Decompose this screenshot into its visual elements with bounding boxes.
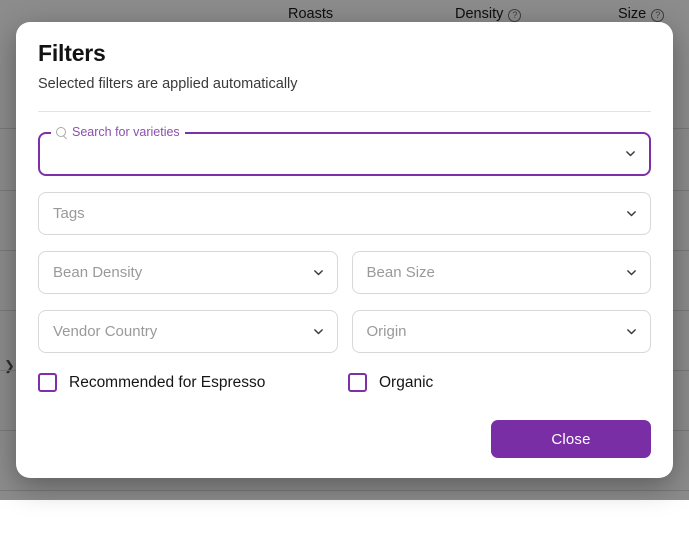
bean-density-select[interactable]: Bean Density — [38, 251, 338, 294]
checkbox-box[interactable] — [38, 373, 57, 392]
checkbox-row: Recommended for Espresso Organic — [38, 373, 651, 392]
chevron-down-icon[interactable] — [626, 326, 637, 337]
bean-attributes-row: Bean Density Bean Size — [38, 251, 651, 294]
dialog-footer: Close — [16, 400, 673, 478]
close-button[interactable]: Close — [491, 420, 651, 458]
page-root: Roasts Density Size ❯ Filters Selected f… — [0, 0, 689, 500]
bean-size-placeholder: Bean Size — [367, 264, 435, 281]
origin-row: Vendor Country Origin — [38, 310, 651, 353]
search-icon — [56, 127, 67, 138]
vendor-country-select[interactable]: Vendor Country — [38, 310, 338, 353]
chevron-down-icon[interactable] — [626, 267, 637, 278]
origin-select[interactable]: Origin — [352, 310, 652, 353]
organic-label: Organic — [379, 374, 433, 392]
bean-size-select[interactable]: Bean Size — [352, 251, 652, 294]
vendor-country-placeholder: Vendor Country — [53, 323, 157, 340]
checkbox-box[interactable] — [348, 373, 367, 392]
dialog-header: Filters Selected filters are applied aut… — [16, 22, 673, 93]
filters-dialog: Filters Selected filters are applied aut… — [16, 22, 673, 478]
origin-placeholder: Origin — [367, 323, 407, 340]
dialog-subtitle: Selected filters are applied automatical… — [38, 75, 651, 94]
chevron-down-icon[interactable] — [313, 267, 324, 278]
bean-density-placeholder: Bean Density — [53, 264, 142, 281]
chevron-down-icon[interactable] — [626, 208, 637, 219]
dialog-body: Search for varieties Tags — [16, 112, 673, 392]
recommended-for-espresso-label: Recommended for Espresso — [69, 374, 265, 392]
organic-checkbox[interactable]: Organic — [348, 373, 433, 392]
search-row: Search for varieties — [38, 132, 651, 176]
search-varieties-label: Search for varieties — [51, 126, 185, 139]
tags-placeholder: Tags — [53, 205, 85, 222]
search-varieties-combobox[interactable]: Search for varieties — [38, 132, 651, 176]
dialog-title: Filters — [38, 40, 651, 68]
recommended-for-espresso-checkbox[interactable]: Recommended for Espresso — [38, 373, 348, 392]
search-varieties-label-text: Search for varieties — [72, 126, 180, 139]
tags-row: Tags — [38, 192, 651, 235]
tags-select[interactable]: Tags — [38, 192, 651, 235]
chevron-down-icon[interactable] — [625, 148, 636, 159]
chevron-down-icon[interactable] — [313, 326, 324, 337]
